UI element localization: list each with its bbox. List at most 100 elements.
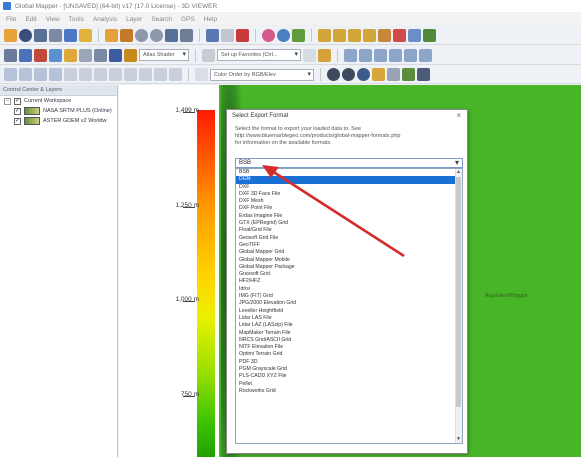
shader-dropdown-icon[interactable] — [124, 48, 137, 62]
zoom-out-icon[interactable] — [150, 28, 163, 42]
scale-tool-icon[interactable] — [49, 68, 62, 81]
home-icon[interactable] — [180, 28, 193, 42]
format-option[interactable]: Float/Grid File — [236, 227, 462, 234]
join-line-icon[interactable] — [419, 48, 432, 62]
measure-icon[interactable] — [262, 28, 275, 42]
format-option[interactable]: BSB — [236, 169, 462, 176]
format-option[interactable]: DXF — [236, 184, 462, 191]
pin-icon[interactable] — [34, 48, 47, 62]
format-option[interactable]: MapMaker Terrain File — [236, 330, 462, 337]
contour-icon[interactable] — [333, 28, 346, 42]
clear-icon[interactable] — [221, 28, 234, 42]
format-option[interactable]: PDF 3D — [236, 359, 462, 366]
shader-select[interactable]: Atlas Shader — [139, 49, 189, 61]
rotate-icon[interactable] — [34, 68, 47, 81]
format-option[interactable]: NITF Elevation File — [236, 344, 462, 351]
format-option[interactable]: Lidar LAZ (LASzip) File — [236, 322, 462, 329]
watershed-icon[interactable] — [348, 28, 361, 42]
3d-view-icon[interactable] — [408, 28, 421, 42]
export-format-list[interactable]: BSB DGN DXF DXF 3D Face File DXF Mesh DXF Poi… — [235, 168, 463, 444]
save-icon[interactable] — [34, 28, 47, 42]
gps-icon[interactable] — [357, 68, 370, 81]
record-icon[interactable] — [327, 68, 340, 81]
format-option[interactable]: DGN — [236, 176, 462, 184]
split-line-icon[interactable] — [404, 48, 417, 62]
print-icon[interactable] — [49, 28, 62, 42]
export-format-select[interactable]: BSB — [235, 158, 463, 168]
format-option[interactable]: Global Mapper Package — [236, 264, 462, 271]
stop-icon[interactable] — [342, 68, 355, 81]
snap-icon[interactable] — [109, 68, 122, 81]
format-option[interactable]: JPG/2000 Elevation Grid — [236, 300, 462, 307]
layout-icon[interactable] — [19, 48, 32, 62]
format-option[interactable]: Optimi Terrain Grid — [236, 351, 462, 358]
menu-search[interactable]: Search — [151, 16, 172, 23]
delete-icon[interactable] — [236, 28, 249, 42]
run-favorite-icon[interactable] — [303, 48, 316, 62]
edit-vertex-icon[interactable] — [389, 48, 402, 62]
menu-file[interactable]: File — [6, 16, 16, 23]
grid-icon[interactable] — [423, 28, 436, 42]
format-option[interactable]: Gravsoft Grid — [236, 271, 462, 278]
format-option[interactable]: PLS-CADD XYZ File — [236, 373, 462, 380]
layer-row[interactable]: ✓ NASA SRTM PLUS (Online) — [0, 106, 117, 116]
circle-tool-icon[interactable] — [139, 68, 152, 81]
digitizer-icon[interactable] — [64, 28, 77, 42]
format-option[interactable]: GTX (EPRegrid) Grid — [236, 220, 462, 227]
feature-info-icon[interactable] — [292, 28, 305, 42]
elevation-icon[interactable] — [94, 48, 107, 62]
format-option[interactable]: NRCS Grid/ASCII Grid — [236, 337, 462, 344]
back-arrow-icon[interactable] — [165, 28, 178, 42]
favorite-star-icon[interactable] — [318, 48, 331, 62]
layer-row[interactable]: ✓ ASTER GDEM v2 Worldw — [0, 116, 117, 126]
format-option[interactable]: Leveller Heightfield — [236, 308, 462, 315]
filter-icon[interactable] — [387, 68, 400, 81]
edit-icon[interactable] — [206, 28, 219, 42]
scroll-thumb[interactable] — [456, 177, 461, 407]
terrain-icon[interactable] — [378, 28, 391, 42]
format-option[interactable]: GeoTIFF — [236, 242, 462, 249]
move-icon[interactable] — [19, 68, 32, 81]
globe-icon[interactable] — [19, 28, 32, 42]
format-option[interactable]: Erdas Imagine File — [236, 213, 462, 220]
grid-setup-icon[interactable] — [4, 48, 17, 62]
format-option[interactable]: Global Mapper Mobile — [236, 257, 462, 264]
select-icon[interactable] — [4, 68, 17, 81]
menu-gps[interactable]: GPS — [181, 16, 195, 23]
scroll-up-icon[interactable]: ▲ — [455, 169, 462, 176]
shader-icon[interactable] — [318, 28, 331, 42]
layer-icon[interactable] — [79, 28, 92, 42]
range-ring-icon[interactable] — [124, 68, 137, 81]
attributes-icon[interactable] — [64, 48, 77, 62]
format-option[interactable]: Rockworks Grid — [236, 388, 462, 395]
format-option[interactable]: DXF Point File — [236, 205, 462, 212]
menu-analysis[interactable]: Analysis — [93, 16, 117, 23]
trim-icon[interactable] — [169, 68, 182, 81]
info-icon[interactable] — [277, 28, 290, 42]
track-icon[interactable] — [372, 68, 385, 81]
format-option[interactable]: Geosoft Grid File — [236, 235, 462, 242]
menu-layer[interactable]: Layer — [126, 16, 142, 23]
viewshed-icon[interactable] — [363, 28, 376, 42]
scroll-down-icon[interactable]: ▼ — [455, 436, 462, 443]
list-scrollbar[interactable]: ▲ ▼ — [455, 169, 462, 443]
format-option[interactable]: DXF 3D Face File — [236, 191, 462, 198]
pan-icon[interactable] — [120, 28, 133, 42]
layer-checkbox[interactable]: ✓ — [14, 107, 21, 115]
area-tool-icon[interactable] — [374, 48, 387, 62]
close-icon[interactable]: × — [456, 111, 461, 120]
line-tool-icon[interactable] — [344, 48, 357, 62]
format-option[interactable]: Global Mapper Grid — [236, 249, 462, 256]
color-order-icon[interactable] — [195, 68, 208, 81]
rectangle-tool-icon[interactable] — [154, 68, 167, 81]
layer-stack-icon[interactable] — [417, 68, 430, 81]
open-data-icon[interactable] — [105, 28, 118, 42]
point-tool-icon[interactable] — [64, 68, 77, 81]
zoom-in-icon[interactable] — [135, 28, 148, 42]
chart-icon[interactable] — [49, 48, 62, 62]
text-tool-icon[interactable] — [79, 68, 92, 81]
format-option[interactable]: Idrisi — [236, 286, 462, 293]
color-order-select[interactable]: Color Order by RGB/Elev — [210, 68, 314, 81]
vegetation-icon[interactable] — [402, 68, 415, 81]
favorites-select[interactable]: Set up Favorites (Ctrl... — [217, 49, 301, 61]
